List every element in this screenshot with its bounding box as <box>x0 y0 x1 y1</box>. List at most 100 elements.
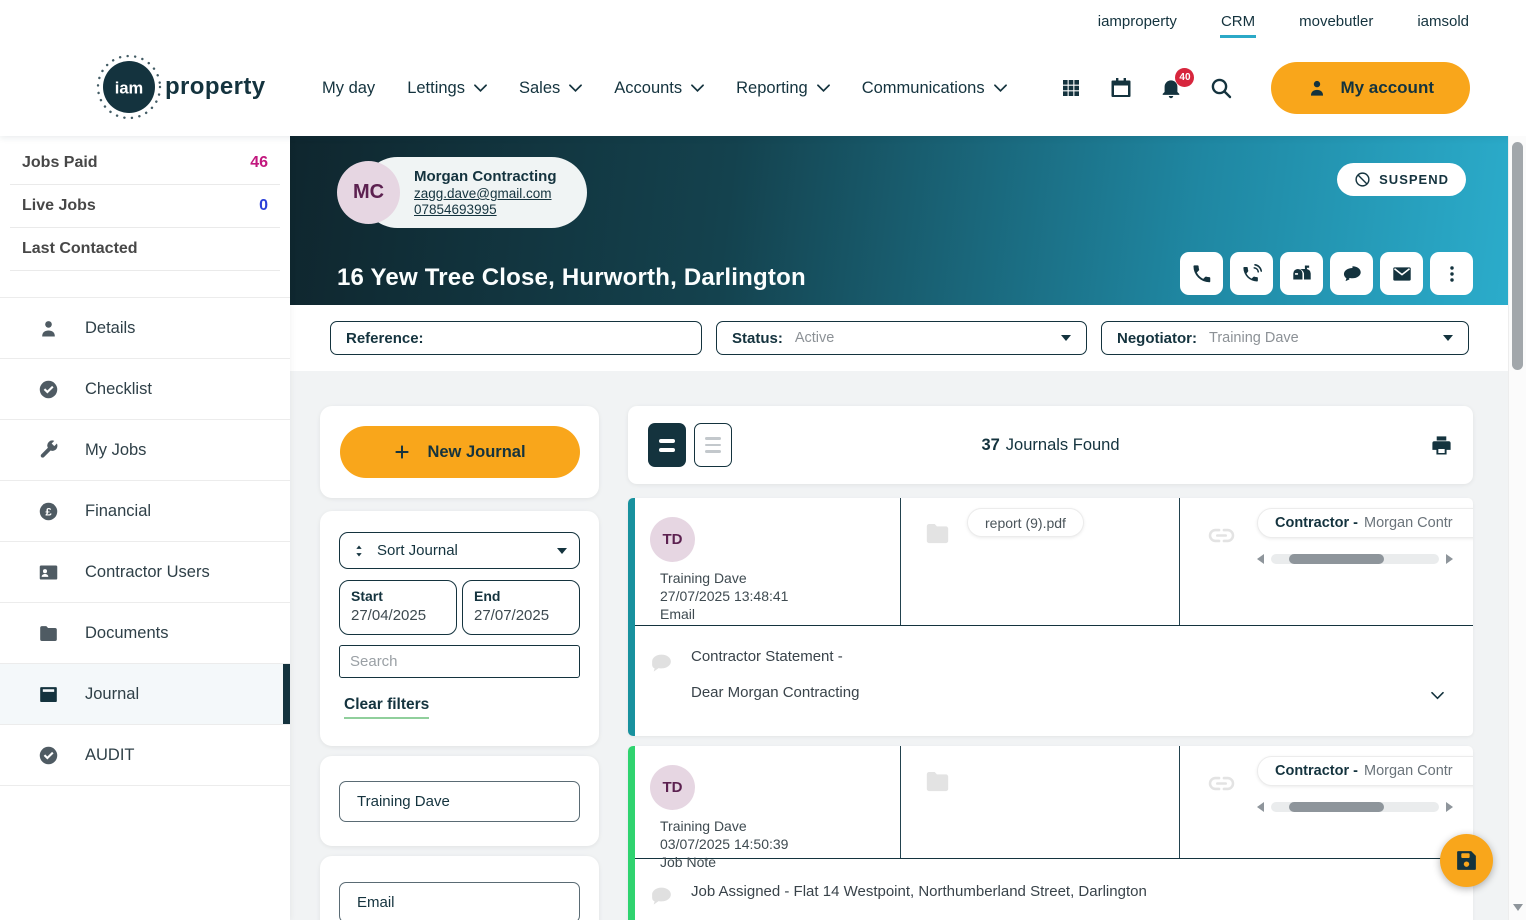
save-floating-button[interactable] <box>1440 834 1493 887</box>
folder-icon <box>38 623 59 644</box>
contractor-sidebar: Jobs Paid 46 Live Jobs 0 Last Contacted … <box>0 136 290 920</box>
journal-entry-body: Job Assigned - Flat 14 Westpoint, Northu… <box>635 859 1473 920</box>
property-address: 16 Yew Tree Close, Hurworth, Darlington <box>337 264 806 291</box>
top-link-iamproperty[interactable]: iamproperty <box>1097 3 1178 38</box>
suspend-button[interactable]: SUSPEND <box>1337 163 1466 196</box>
nav-item-accounts[interactable]: Accounts <box>614 79 705 98</box>
author-avatar: TD <box>650 517 695 562</box>
sort-journal-select[interactable]: Sort Journal <box>339 532 580 569</box>
svg-text:iam: iam <box>115 80 143 98</box>
scroll-right-arrow[interactable] <box>1446 802 1453 812</box>
scrollbar-thumb[interactable] <box>1289 554 1384 564</box>
email-button[interactable] <box>1380 252 1423 295</box>
contractor-banner: MC Morgan Contracting zagg.dave@gmail.co… <box>290 136 1508 305</box>
sidebar-item-details[interactable]: Details <box>0 298 290 359</box>
iamproperty-logo[interactable]: iam property <box>96 54 266 120</box>
apps-grid-icon[interactable] <box>1059 76 1083 100</box>
scroll-left-arrow[interactable] <box>1257 802 1264 812</box>
sidebar-item-checklist[interactable]: Checklist <box>0 359 290 420</box>
sms-button[interactable] <box>1330 252 1373 295</box>
scrollbar-thumb[interactable] <box>1512 142 1523 370</box>
sidebar-item-my-jobs[interactable]: My Jobs <box>0 420 290 481</box>
stat-last-contacted: Last Contacted <box>10 228 280 271</box>
status-select[interactable]: Status: Active <box>716 321 1087 355</box>
jobs-paid-value: 46 <box>250 154 268 171</box>
journal-entry-header: TD Training Dave 27/07/2025 13:48:41 Ema… <box>635 498 1473 626</box>
expand-entry-chevron[interactable] <box>1428 686 1447 705</box>
voicemail-button[interactable] <box>1280 252 1323 295</box>
nav-item-sales[interactable]: Sales <box>519 79 583 98</box>
calendar-icon[interactable] <box>1109 76 1133 100</box>
type-filter-box[interactable]: Email <box>339 881 580 920</box>
call-button[interactable] <box>1180 252 1223 295</box>
scrollbar-track[interactable] <box>1271 802 1439 812</box>
chevron-down-icon <box>474 83 487 92</box>
nav-item-my-day[interactable]: My day <box>322 79 375 98</box>
journal-icon <box>38 684 59 705</box>
entry-author-column: TD Training Dave 03/07/2025 14:50:39 Job… <box>635 746 901 870</box>
nav-item-communications[interactable]: Communications <box>862 79 1007 98</box>
journal-search-input[interactable] <box>339 645 580 678</box>
user-filter-box[interactable]: Training Dave <box>339 780 580 822</box>
main-navbar: iam property My day Lettings Sales Accou… <box>0 40 1526 136</box>
start-date-field[interactable]: Start 27/04/2025 <box>339 580 457 635</box>
more-options-button[interactable] <box>1430 252 1473 295</box>
my-account-button[interactable]: My account <box>1271 62 1470 114</box>
notifications-bell-icon[interactable]: 40 <box>1159 68 1195 100</box>
sidebar-item-contractor-users[interactable]: Contractor Users <box>0 542 290 603</box>
search-icon[interactable] <box>1209 76 1233 100</box>
print-icon[interactable] <box>1430 434 1453 457</box>
contractor-email-link[interactable]: zagg.dave@gmail.com <box>414 186 557 201</box>
sidebar-item-financial[interactable]: £ Financial <box>0 481 290 542</box>
author-name: Training Dave <box>660 570 747 586</box>
user-filter-card: Training Dave <box>320 756 599 846</box>
chip-scrollbar <box>1257 554 1453 564</box>
linked-record-chip[interactable]: Contractor - Morgan Contr <box>1257 756 1473 786</box>
view-toggle-compact[interactable] <box>648 423 686 467</box>
clear-filters-link[interactable]: Clear filters <box>344 696 430 719</box>
sidebar-item-documents[interactable]: Documents <box>0 603 290 664</box>
plus-icon <box>395 445 410 459</box>
linked-record-chip[interactable]: Contractor - Morgan Contr <box>1257 508 1473 538</box>
phone-icon <box>1192 264 1210 282</box>
author-name: Training Dave <box>660 818 747 834</box>
check-circle-icon <box>38 745 59 766</box>
nav-utilities: 40 My account <box>1059 40 1470 136</box>
contractor-avatar: MC <box>337 161 400 224</box>
scroll-right-arrow[interactable] <box>1446 554 1453 564</box>
negotiator-select[interactable]: Negotiator: Training Dave <box>1101 321 1469 355</box>
call-log-button[interactable] <box>1230 252 1273 295</box>
entry-subject: Job Assigned - Flat 14 Westpoint, Northu… <box>691 883 1147 900</box>
date-range: Start 27/04/2025 End 27/07/2025 <box>339 580 580 635</box>
contractor-phone-link[interactable]: 07854693995 <box>414 202 557 217</box>
record-filter-bar: Reference: Status: Active Negotiator: Tr… <box>290 305 1508 371</box>
save-disk-icon <box>1457 851 1476 870</box>
top-link-crm[interactable]: CRM <box>1219 3 1257 38</box>
scrollbar-thumb[interactable] <box>1289 802 1384 812</box>
sidebar-menu: Details Checklist My Jobs £ Financial Co… <box>0 297 290 786</box>
chevron-down-icon <box>691 83 705 92</box>
comment-bubble-icon <box>648 884 675 909</box>
chip-scrollbar <box>1257 802 1453 812</box>
sidebar-item-journal[interactable]: Journal <box>0 664 290 725</box>
new-journal-button[interactable]: New Journal <box>339 426 580 478</box>
top-link-iamsold[interactable]: iamsold <box>1416 3 1470 38</box>
new-journal-card: New Journal <box>320 406 599 498</box>
sidebar-item-audit[interactable]: AUDIT <box>0 725 290 786</box>
scroll-down-arrow[interactable] <box>1513 904 1523 911</box>
view-toggle-detailed[interactable] <box>694 423 732 467</box>
nav-item-lettings[interactable]: Lettings <box>407 79 487 98</box>
nav-item-reporting[interactable]: Reporting <box>736 79 830 98</box>
entry-type: Email <box>660 606 696 622</box>
wrench-icon <box>38 439 59 461</box>
scroll-left-arrow[interactable] <box>1257 554 1264 564</box>
journal-entry: TD Training Dave 03/07/2025 14:50:39 Job… <box>628 746 1473 920</box>
reference-field[interactable]: Reference: <box>330 321 702 355</box>
page-scrollbar[interactable] <box>1508 136 1526 920</box>
end-date-field[interactable]: End 27/07/2025 <box>462 580 580 635</box>
entry-timestamp: 27/07/2025 13:48:41 <box>660 588 789 604</box>
attachment-chip[interactable]: report (9).pdf <box>967 508 1084 537</box>
top-link-movebutler[interactable]: movebutler <box>1298 3 1374 38</box>
comment-bubble-icon <box>648 651 675 676</box>
scrollbar-track[interactable] <box>1271 554 1439 564</box>
